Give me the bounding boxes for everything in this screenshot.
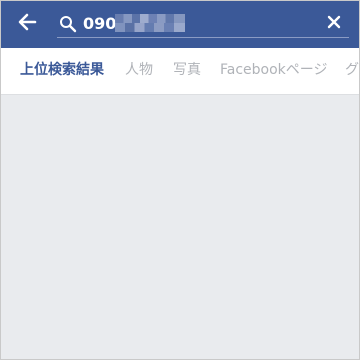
redacted-phone-digits [115, 14, 185, 32]
search-icon [59, 15, 77, 33]
search-underline [57, 37, 349, 38]
tab-people[interactable]: 人物 [125, 61, 153, 79]
close-icon [326, 14, 342, 34]
search-screen: 上位検索結果 人物 写真 Facebookページ グ [0, 0, 360, 360]
clear-search-button[interactable] [323, 13, 345, 35]
back-button[interactable] [11, 9, 43, 39]
results-area [1, 95, 359, 359]
search-result-tabs: 上位検索結果 人物 写真 Facebookページ グ [1, 48, 359, 95]
search-box [57, 9, 349, 39]
tab-groups-partial[interactable]: グ [345, 61, 359, 79]
tab-photos[interactable]: 写真 [173, 61, 201, 79]
tab-top-results[interactable]: 上位検索結果 [20, 61, 104, 79]
tab-pages[interactable]: Facebookページ [220, 61, 328, 79]
top-bar [1, 1, 359, 48]
arrow-left-icon [16, 11, 38, 37]
